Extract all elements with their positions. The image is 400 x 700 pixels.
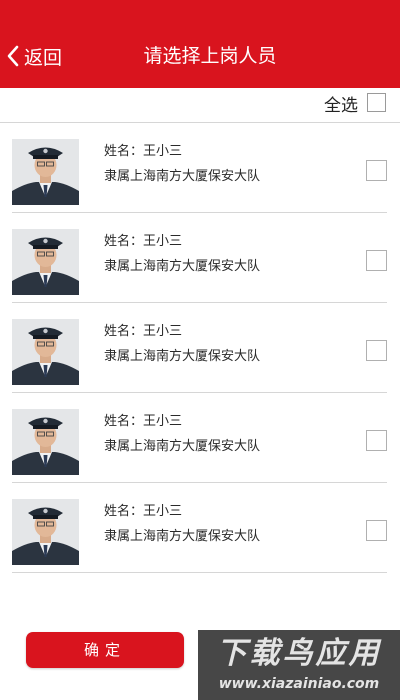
person-unit: 隶属上海南方大厦保安大队 [104, 529, 261, 544]
avatar [12, 229, 79, 295]
list-item[interactable]: 姓名：王小三 隶属上海南方大厦保安大队 [12, 393, 387, 483]
avatar [12, 409, 79, 475]
status-bar-area [0, 0, 400, 30]
confirm-button[interactable]: 确定 [26, 632, 184, 668]
select-all-label: 全选 [324, 96, 358, 116]
personnel-list: 姓名：王小三 隶属上海南方大厦保安大队 姓名：王小三 隶属上海南方大厦保安大队 [12, 123, 387, 573]
watermark-title: 下载鸟应用 [216, 636, 382, 671]
header-bar: 返回 请选择上岗人员 [0, 0, 400, 88]
page-title: 请选择上岗人员 [143, 45, 277, 67]
person-name: 姓名：王小三 [104, 234, 183, 249]
person-unit: 隶属上海南方大厦保安大队 [104, 439, 261, 454]
person-name: 姓名：王小三 [104, 324, 183, 339]
watermark-url: www.xiazainiao.com [218, 676, 380, 692]
person-checkbox[interactable] [366, 160, 387, 181]
avatar [12, 139, 79, 205]
person-checkbox[interactable] [366, 250, 387, 271]
person-unit: 隶属上海南方大厦保安大队 [104, 259, 261, 274]
person-unit: 隶属上海南方大厦保安大队 [104, 169, 261, 184]
list-item[interactable]: 姓名：王小三 隶属上海南方大厦保安大队 [12, 213, 387, 303]
person-checkbox[interactable] [366, 520, 387, 541]
person-name: 姓名：王小三 [104, 504, 183, 519]
select-all-row: 全选 [0, 88, 400, 123]
watermark: 下载鸟应用 www.xiazainiao.com [198, 630, 400, 700]
avatar [12, 499, 79, 565]
list-item[interactable]: 姓名：王小三 隶属上海南方大厦保安大队 [12, 483, 387, 573]
person-name: 姓名：王小三 [104, 144, 183, 159]
select-all-checkbox[interactable] [367, 93, 386, 112]
person-checkbox[interactable] [366, 430, 387, 451]
person-name: 姓名：王小三 [104, 414, 183, 429]
person-checkbox[interactable] [366, 340, 387, 361]
avatar [12, 319, 79, 385]
list-item[interactable]: 姓名：王小三 隶属上海南方大厦保安大队 [12, 303, 387, 393]
list-item[interactable]: 姓名：王小三 隶属上海南方大厦保安大队 [12, 123, 387, 213]
person-unit: 隶属上海南方大厦保安大队 [104, 349, 261, 364]
